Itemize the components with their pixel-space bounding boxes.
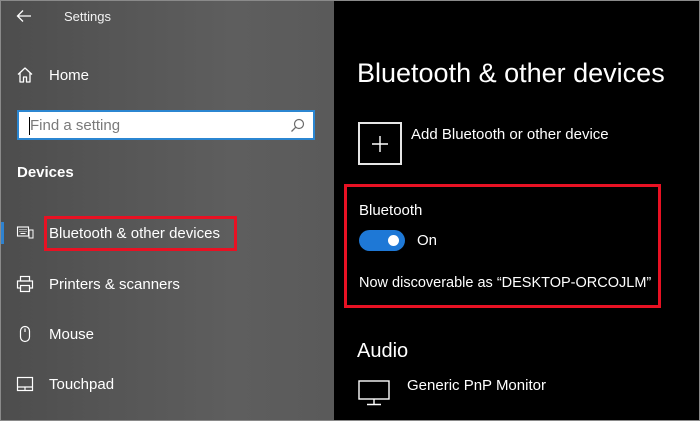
section-heading: Devices (17, 164, 74, 181)
audio-device-label: Generic PnP Monitor (407, 377, 546, 394)
bluetooth-panel: Bluetooth On Now discoverable as “DESKTO… (344, 184, 661, 308)
search-placeholder: Find a setting (30, 117, 121, 134)
sidebar-item-bluetooth[interactable]: Bluetooth & other devices (0, 213, 334, 253)
bluetooth-toggle[interactable] (359, 230, 405, 251)
back-arrow-icon (16, 10, 31, 22)
bluetooth-heading: Bluetooth (359, 202, 423, 219)
toggle-knob (388, 235, 399, 246)
title-bar: Settings (0, 0, 334, 34)
sidebar-item-label: Home (49, 66, 90, 84)
sidebar-item-label: Touchpad (49, 375, 115, 393)
sidebar-item-label: Printers & scanners (49, 275, 180, 293)
main-pane: Bluetooth & other devices Add Bluetooth … (334, 0, 700, 421)
audio-heading: Audio (357, 340, 409, 362)
app-title: Settings (64, 9, 111, 24)
add-device-button[interactable]: Add Bluetooth or other device (358, 122, 688, 166)
sidebar-item-printers[interactable]: Printers & scanners (0, 264, 334, 304)
page-title: Bluetooth & other devices (357, 58, 665, 88)
discoverable-status: Now discoverable as “DESKTOP-ORCOJLM” (359, 275, 652, 291)
monitor-icon (358, 380, 390, 406)
home-icon (16, 66, 34, 84)
add-device-label: Add Bluetooth or other device (411, 126, 609, 143)
toggle-state-label: On (417, 232, 438, 249)
search-icon[interactable] (290, 118, 305, 133)
touchpad-icon (16, 375, 34, 393)
sidebar-item-label: Mouse (49, 325, 95, 343)
audio-device-item[interactable]: Generic PnP Monitor (358, 374, 688, 410)
sidebar-item-mouse[interactable]: Mouse (0, 314, 334, 354)
sidebar-item-label: Bluetooth & other devices (49, 224, 220, 242)
mouse-icon (16, 325, 34, 343)
bluetooth-devices-icon (16, 224, 34, 242)
sidebar-item-home[interactable]: Home (0, 55, 334, 95)
add-icon (358, 122, 402, 165)
sidebar-item-touchpad[interactable]: Touchpad (0, 364, 334, 404)
search-input[interactable]: Find a setting (17, 110, 315, 140)
sidebar: Settings Home Find a setting Devices Blu… (0, 0, 334, 421)
back-button[interactable] (10, 4, 38, 28)
printer-icon (16, 275, 34, 293)
